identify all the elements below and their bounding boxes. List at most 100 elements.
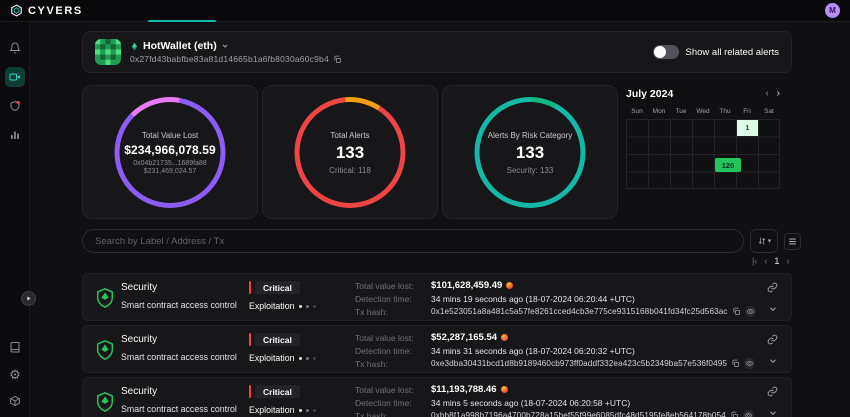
stat-title: Total Alerts xyxy=(330,131,369,140)
bar-chart-icon xyxy=(9,129,21,141)
view-tx-button[interactable] xyxy=(745,306,756,317)
sidebar-item-monitoring[interactable] xyxy=(5,67,25,87)
related-alerts-control: Show all related alerts xyxy=(653,45,779,59)
cube-icon xyxy=(9,395,21,407)
phase-progress-dots xyxy=(299,357,316,360)
play-icon xyxy=(25,295,32,302)
severity-bar xyxy=(249,385,251,398)
brand-name: CYVERS xyxy=(28,5,83,17)
hexagon-logo-icon xyxy=(10,4,23,17)
alert-type: Smart contract access control xyxy=(121,300,237,310)
calendar-next-button[interactable]: › xyxy=(777,89,780,99)
alert-field-values: $101,628,459.49 34 mins 19 seconds ago (… xyxy=(431,279,756,318)
stat-sub: Critical: 118 xyxy=(329,166,371,175)
attack-phase: Exploitation xyxy=(249,301,294,311)
alert-field-values: $52,287,165.54 34 mins 31 seconds ago (1… xyxy=(431,331,755,370)
page-number[interactable]: 1 xyxy=(774,256,779,266)
alert-category: Security xyxy=(121,386,157,397)
total-value-lost: $11,193,788.46 xyxy=(431,384,497,395)
severity-badge: Critical xyxy=(255,333,300,346)
stat-card-total-value-lost: Total Value Lost $234,966,078.59 0x04b21… xyxy=(82,85,258,219)
alert-category: Security xyxy=(121,282,157,293)
stat-sub-amount: $231,469,024.57 xyxy=(144,168,197,175)
security-shield-icon xyxy=(94,391,116,413)
book-icon xyxy=(9,341,21,353)
eye-icon xyxy=(747,308,754,315)
total-value-lost: $52,287,165.54 xyxy=(431,332,497,343)
sort-button[interactable]: ▾ xyxy=(750,229,778,253)
sidebar-collapse-button[interactable] xyxy=(21,291,36,306)
expand-chevron-icon[interactable] xyxy=(768,304,778,314)
phase-progress-dots xyxy=(299,305,316,308)
calendar-day-header: Fri xyxy=(736,108,758,115)
wallet-address-row: 0x27fd43babfbe83a81d14665b1a6fb8030a60c9… xyxy=(130,54,342,64)
severity-badge: Critical xyxy=(255,281,300,294)
calendar-alert-count-badge[interactable]: 120 xyxy=(715,158,741,172)
donut-ring-teal: Alerts By Risk Category 133 Security: 13… xyxy=(475,97,586,208)
user-avatar[interactable]: M xyxy=(825,3,840,18)
stat-card-risk-category: Alerts By Risk Category 133 Security: 13… xyxy=(442,85,618,219)
wallet-header-card: HotWallet (eth) 0x27fd43babfbe83a81d1466… xyxy=(82,31,792,73)
total-value-lost-label: Total value lost: xyxy=(355,279,414,292)
calendar-day-cell[interactable]: 1 xyxy=(737,120,758,136)
shield-alert-icon xyxy=(9,100,21,112)
tx-hash-label: Tx hash: xyxy=(355,357,414,370)
pagination: |‹ ‹ 1 › xyxy=(752,256,789,266)
calendar-prev-button[interactable]: ‹ xyxy=(765,89,768,99)
sidebar-item-alerts[interactable] xyxy=(5,96,25,116)
copy-icon[interactable] xyxy=(731,359,740,368)
alert-row[interactable]: Security Smart contract access control C… xyxy=(82,273,792,321)
alert-type: Smart contract access control xyxy=(121,352,237,362)
wallet-address: 0x27fd43babfbe83a81d14665b1a6fb8030a60c9… xyxy=(130,54,329,64)
wallet-selector[interactable]: HotWallet (eth) xyxy=(130,40,342,52)
stat-sub-address: 0x04b21735...1689fa88 xyxy=(133,160,207,167)
prev-page-button[interactable]: ‹ xyxy=(764,256,767,266)
sidebar-item-docs[interactable] xyxy=(5,337,25,357)
donut-ring-red: Total Alerts 133 Critical: 118 xyxy=(295,97,406,208)
chevron-down-icon xyxy=(221,42,229,50)
loss-indicator-icon xyxy=(501,334,508,341)
detection-time-label: Detection time: xyxy=(355,344,414,357)
security-shield-icon xyxy=(94,287,116,309)
detection-time-label: Detection time: xyxy=(355,292,414,305)
gear-icon: ⚙ xyxy=(9,368,21,381)
alert-row[interactable]: Security Smart contract access control C… xyxy=(82,377,792,417)
calendar-day-header: Wed xyxy=(692,108,714,115)
sidebar-item-products[interactable] xyxy=(5,391,25,411)
stat-value: $234,966,078.59 xyxy=(124,143,216,157)
total-value-lost: $101,628,459.49 xyxy=(431,280,502,291)
alert-row[interactable]: Security Smart contract access control C… xyxy=(82,325,792,373)
expand-chevron-icon[interactable] xyxy=(768,356,778,366)
brand-logo[interactable]: CYVERS xyxy=(10,4,83,17)
view-tx-button[interactable] xyxy=(744,358,755,369)
tx-hash: 0x1e523051a8a481c5a57fe8261cced4cb3e775c… xyxy=(431,307,728,316)
alert-field-labels: Total value lost: Detection time: Tx has… xyxy=(355,383,414,417)
link-icon[interactable] xyxy=(767,282,778,293)
wallet-name: HotWallet (eth) xyxy=(143,40,217,52)
total-value-lost-label: Total value lost: xyxy=(355,383,414,396)
wallet-avatar xyxy=(95,39,121,65)
next-page-button[interactable]: › xyxy=(786,256,789,266)
top-bar: CYVERS M xyxy=(0,0,850,22)
copy-icon[interactable] xyxy=(333,55,342,64)
detection-time-label: Detection time: xyxy=(355,396,414,409)
toggle-label: Show all related alerts xyxy=(686,47,779,58)
sidebar-item-settings[interactable]: ⚙ xyxy=(5,364,25,384)
severity-badge: Critical xyxy=(255,385,300,398)
related-alerts-toggle[interactable] xyxy=(653,45,679,59)
view-options-button[interactable] xyxy=(784,233,801,250)
attack-phase: Exploitation xyxy=(249,405,294,415)
detection-time: 34 mins 5 seconds ago (18-07-2024 06:20:… xyxy=(431,398,630,408)
view-tx-button[interactable] xyxy=(743,410,754,417)
copy-icon[interactable] xyxy=(730,411,739,417)
expand-chevron-icon[interactable] xyxy=(768,408,778,417)
link-icon[interactable] xyxy=(767,386,778,397)
search-input[interactable] xyxy=(82,229,744,253)
sidebar-item-analytics[interactable] xyxy=(5,125,25,145)
sidebar-item-notifications[interactable] xyxy=(5,38,25,58)
link-icon[interactable] xyxy=(767,334,778,345)
eye-icon xyxy=(745,412,752,417)
first-page-button[interactable]: |‹ xyxy=(752,256,757,266)
copy-icon[interactable] xyxy=(732,307,741,316)
loss-indicator-icon xyxy=(501,386,508,393)
